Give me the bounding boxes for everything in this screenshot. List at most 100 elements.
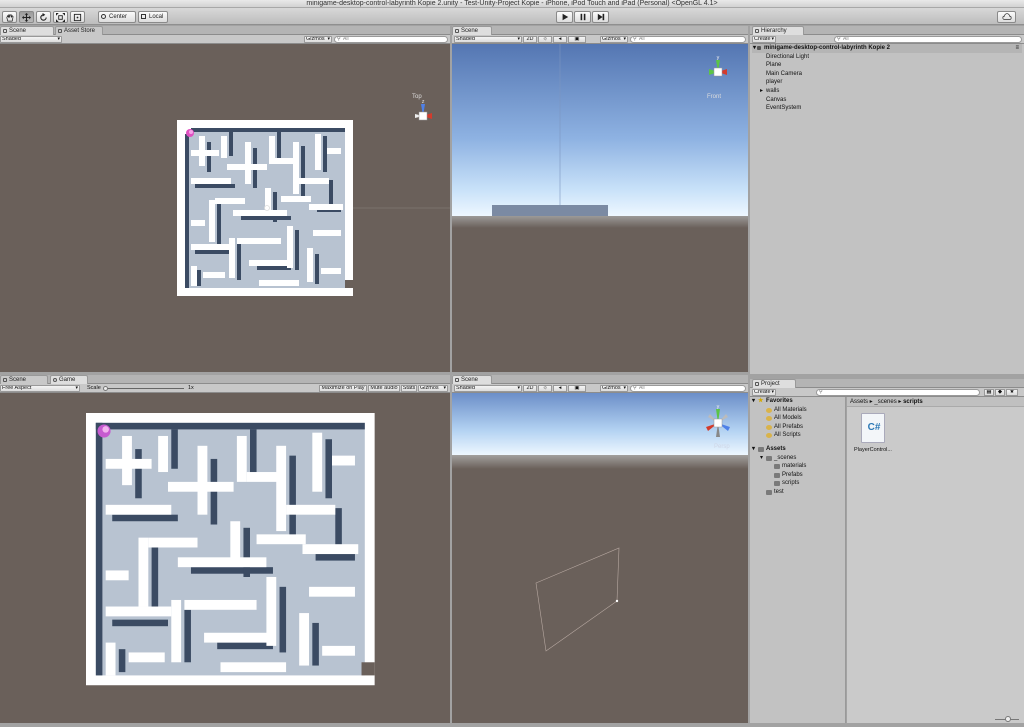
maze-game-view bbox=[86, 413, 375, 686]
step-icon[interactable] bbox=[592, 11, 609, 23]
game-view[interactable] bbox=[0, 393, 450, 723]
hierarchy-item[interactable]: Main Camera bbox=[752, 70, 1022, 79]
unity-scene-icon bbox=[757, 46, 761, 50]
hierarchy-search-input[interactable]: All bbox=[834, 36, 1022, 43]
filter-type-icon[interactable]: ▦ bbox=[984, 389, 994, 396]
lighting-icon[interactable]: ☼ bbox=[538, 36, 552, 43]
shading-dropdown[interactable]: Shaded bbox=[454, 36, 522, 43]
subfolder-item[interactable]: scripts bbox=[752, 479, 845, 488]
favorite-item[interactable]: All Materials bbox=[752, 406, 845, 415]
gizmos-dropdown[interactable]: Gizmos bbox=[304, 36, 332, 43]
tab-label: Scene bbox=[9, 28, 27, 34]
scale-slider[interactable] bbox=[104, 388, 184, 389]
subfolder-item[interactable]: Prefabs bbox=[752, 471, 845, 480]
hierarchy-item[interactable]: Canvas bbox=[752, 96, 1022, 105]
tab-game[interactable]: Game bbox=[50, 375, 88, 384]
test-folder[interactable]: test bbox=[752, 488, 845, 497]
audio-icon[interactable]: ◂ bbox=[553, 385, 567, 392]
move-icon[interactable] bbox=[19, 11, 34, 23]
tab-hierarchy[interactable]: Hierarchy bbox=[752, 26, 804, 35]
scene-tr-tabbar: Scene bbox=[452, 26, 748, 35]
mute-audio-button[interactable]: Mute audio bbox=[368, 385, 400, 392]
rect-tool-icon[interactable] bbox=[70, 11, 85, 23]
hierarchy-create-dropdown[interactable]: Create bbox=[752, 36, 776, 43]
scene-view-persp[interactable]: y Persp bbox=[452, 393, 748, 723]
search-icon bbox=[766, 416, 772, 422]
pivot-toggle[interactable]: Center bbox=[98, 11, 136, 23]
scene-tl-controlbar: Shaded Gizmos All bbox=[0, 35, 450, 44]
gizmos-dropdown[interactable]: Gizmos bbox=[418, 385, 448, 392]
tab-scene-persp[interactable]: Scene bbox=[452, 375, 492, 384]
maximize-on-play-button[interactable]: Maximize on Play bbox=[319, 385, 367, 392]
tab-project[interactable]: Project bbox=[752, 379, 796, 388]
scene-view-front[interactable]: y Front bbox=[452, 44, 748, 372]
lighting-icon[interactable]: ☼ bbox=[538, 385, 552, 392]
scene-view-top[interactable]: z Top bbox=[0, 44, 450, 372]
project-create-dropdown[interactable]: Create bbox=[752, 389, 776, 396]
scene-search-input[interactable]: All bbox=[630, 36, 746, 43]
tab-scene-front[interactable]: Scene bbox=[452, 26, 492, 35]
hierarchy-tabbar: Hierarchy bbox=[750, 26, 1024, 35]
breadcrumb-item[interactable]: scripts bbox=[903, 399, 923, 405]
filter-label-icon[interactable]: ◆ bbox=[995, 389, 1005, 396]
subfolder-item[interactable]: materials bbox=[752, 462, 845, 471]
shading-dropdown[interactable]: Shaded bbox=[0, 36, 62, 43]
hand-icon[interactable] bbox=[2, 11, 17, 23]
shading-dropdown[interactable]: Shaded bbox=[454, 385, 522, 392]
hierarchy-item[interactable]: Directional Light bbox=[752, 53, 1022, 62]
cloud-icon[interactable] bbox=[997, 11, 1016, 23]
scene-search-input[interactable]: All bbox=[630, 385, 746, 392]
hierarchy-item[interactable]: player bbox=[752, 78, 1022, 87]
tab-asset-store[interactable]: Asset Store bbox=[55, 26, 103, 35]
menu-icon[interactable]: ≡ bbox=[1015, 44, 1019, 53]
favorite-star-icon[interactable]: ★ bbox=[1006, 389, 1018, 396]
favorites-header[interactable]: ▾ ★ Favorites bbox=[752, 397, 845, 406]
scale-slider-thumb[interactable] bbox=[103, 386, 108, 391]
scene-tl-tabbar: Scene Asset Store bbox=[0, 26, 450, 35]
mode-2d-button[interactable]: 2D bbox=[523, 36, 537, 43]
audio-icon[interactable]: ◂ bbox=[553, 36, 567, 43]
favorite-item[interactable]: All Scripts bbox=[752, 431, 845, 440]
tab-scene-bl[interactable]: Scene bbox=[0, 375, 48, 384]
pause-icon[interactable] bbox=[574, 11, 591, 23]
stats-button[interactable]: Stats bbox=[401, 385, 417, 392]
favorite-item[interactable]: All Models bbox=[752, 414, 845, 423]
effects-icon[interactable]: ▣ bbox=[568, 36, 586, 43]
scene-gizmo-top[interactable]: z bbox=[415, 99, 432, 121]
breadcrumb-item[interactable]: _scenes bbox=[874, 399, 896, 405]
gizmos-dropdown[interactable]: Gizmos bbox=[600, 36, 628, 43]
mode-2d-button[interactable]: 2D bbox=[523, 385, 537, 392]
scale-value: 1x bbox=[188, 385, 194, 391]
star-icon: ★ bbox=[758, 398, 764, 404]
svg-text:y: y bbox=[717, 404, 720, 410]
gizmo-label-persp: Persp bbox=[714, 444, 730, 450]
space-toggle[interactable]: Local bbox=[138, 11, 168, 23]
breadcrumb: Assets ▸ _scenes ▸ scripts bbox=[847, 397, 1024, 407]
icon-size-slider-thumb[interactable] bbox=[1005, 716, 1011, 722]
scale-icon[interactable] bbox=[53, 11, 68, 23]
maze-top-view: z bbox=[177, 99, 450, 296]
aspect-dropdown[interactable]: Free Aspect bbox=[0, 385, 80, 392]
folder-label: Prefabs bbox=[782, 471, 803, 478]
favorite-item[interactable]: All Prefabs bbox=[752, 423, 845, 432]
project-search-input[interactable] bbox=[816, 389, 980, 396]
breadcrumb-item[interactable]: Assets bbox=[850, 399, 868, 405]
scene-search-input[interactable]: All bbox=[334, 36, 448, 43]
assets-folder[interactable]: ▾ Assets bbox=[752, 445, 845, 454]
rotate-icon[interactable] bbox=[36, 11, 51, 23]
main-toolbar: Center Local bbox=[0, 8, 1024, 25]
effects-icon[interactable]: ▣ bbox=[568, 385, 586, 392]
tab-label: Project bbox=[761, 381, 780, 387]
favorites-label: Favorites bbox=[766, 398, 793, 404]
hierarchy-item[interactable]: EventSystem bbox=[752, 104, 1022, 113]
csharp-file-icon: C# bbox=[861, 413, 885, 443]
hierarchy-item-walls[interactable]: ▸ walls bbox=[752, 87, 1022, 96]
hierarchy-item[interactable]: Plane bbox=[752, 61, 1022, 70]
tab-scene[interactable]: Scene bbox=[0, 26, 54, 35]
hierarchy-scene-row[interactable]: ▾ minigame-desktop-control-labyrinth Kop… bbox=[752, 44, 1022, 53]
gizmos-dropdown[interactable]: Gizmos bbox=[600, 385, 628, 392]
play-icon[interactable] bbox=[556, 11, 573, 23]
asset-script-file[interactable]: C# PlayerControl... bbox=[853, 413, 893, 457]
expand-arrow-icon[interactable]: ▸ bbox=[760, 87, 763, 96]
scenes-folder[interactable]: ▾ _scenes bbox=[752, 454, 845, 463]
